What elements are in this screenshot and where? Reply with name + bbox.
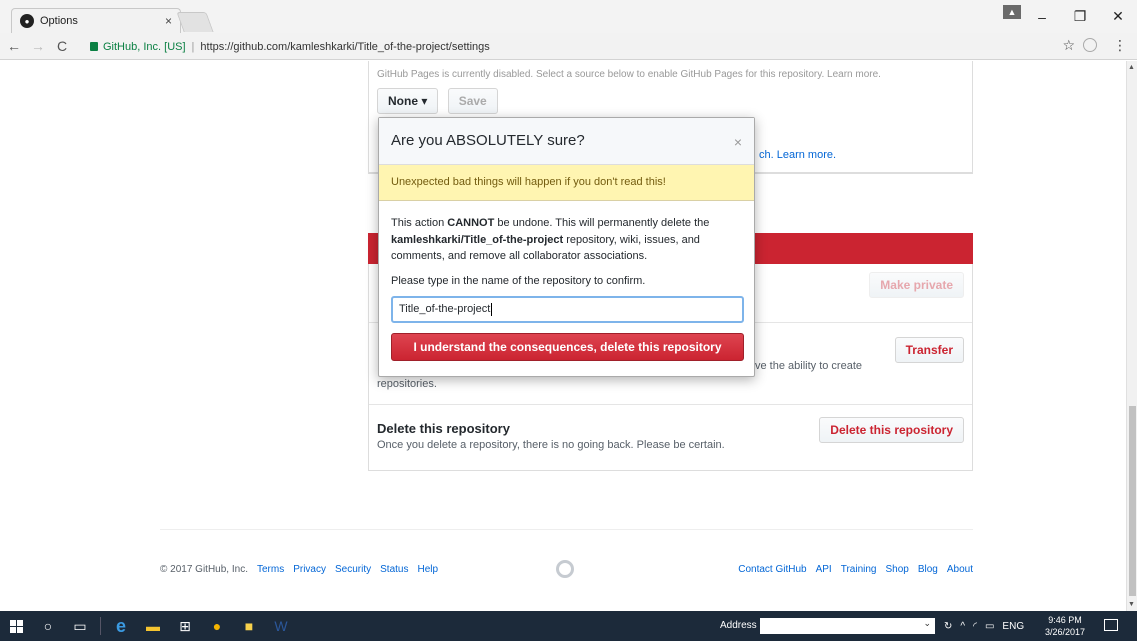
modal-header: Are you ABSOLUTELY sure? ×	[379, 118, 754, 165]
footer-link-about[interactable]: About	[947, 564, 973, 575]
word-icon[interactable]: W	[265, 611, 297, 641]
windows-taskbar: ○ ▭ e ▬ ⊞ ● ■ W Address ⌄ ↻ ^ ◜ ▭ ENG 9:…	[0, 611, 1137, 641]
tray-expand-icon[interactable]: ^	[960, 621, 965, 632]
delete-repository-button[interactable]: Delete this repository	[819, 417, 964, 443]
confirm-label: Please type in the name of the repositor…	[391, 274, 646, 287]
modal-warning: Unexpected bad things will happen if you…	[379, 165, 754, 201]
delete-description: Once you delete a repository, there is n…	[377, 439, 725, 451]
browser-tab[interactable]: ● Options ×	[11, 8, 181, 33]
cortana-icon[interactable]: ○	[32, 611, 64, 641]
task-view-icon[interactable]: ▭	[64, 611, 96, 641]
url-text: https://github.com/kamleshkarki/Title_of…	[200, 40, 490, 53]
sticky-notes-icon[interactable]: ■	[233, 611, 265, 641]
profile-icon[interactable]: ▲	[1003, 5, 1021, 19]
store-icon[interactable]: ⊞	[169, 611, 201, 641]
footer-link-privacy[interactable]: Privacy	[293, 564, 326, 575]
learn-more-link[interactable]: ch. Learn more.	[759, 149, 836, 161]
address-bar[interactable]: GitHub, Inc. [US] | https://github.com/k…	[90, 37, 1090, 56]
clock-time: 9:46 PM	[1048, 615, 1082, 625]
bookmark-star-icon[interactable]: ☆	[1062, 37, 1075, 54]
tab-title: Options	[40, 15, 78, 27]
clock-date: 3/26/2017	[1045, 627, 1086, 637]
extension-icon[interactable]	[1083, 38, 1097, 52]
address-toolbar-input[interactable]: ⌄	[760, 618, 935, 634]
battery-icon[interactable]: ▭	[985, 621, 994, 632]
footer-link-blog[interactable]: Blog	[918, 564, 938, 575]
modal-description: This action CANNOT be undone. This will …	[391, 215, 742, 265]
repository-name-input[interactable]: Title_of-the-project	[391, 296, 744, 323]
page-scrollbar[interactable]: ▲ ▼	[1126, 61, 1137, 611]
system-tray: ↻ ^ ◜ ▭ ENG	[940, 611, 1028, 641]
footer-link-security[interactable]: Security	[335, 564, 371, 575]
scroll-down-icon[interactable]: ▼	[1128, 601, 1135, 608]
transfer-description-tail: ve the ability to create	[755, 360, 863, 372]
github-favicon-icon: ●	[20, 14, 34, 28]
scroll-up-icon[interactable]: ▲	[1128, 64, 1135, 71]
minimize-icon[interactable]: –	[1023, 9, 1061, 25]
desc-part-2: be undone. This will permanently delete …	[494, 217, 710, 229]
footer-link-training[interactable]: Training	[841, 564, 877, 575]
save-button[interactable]: Save	[447, 88, 498, 114]
url-separator: |	[191, 40, 195, 53]
delete-title: Delete this repository	[377, 421, 510, 436]
text-caret	[491, 303, 493, 316]
action-center-icon[interactable]	[1104, 619, 1118, 631]
address-toolbar-label: Address	[720, 620, 757, 631]
input-value: Title_of-the-project	[399, 303, 491, 316]
browser-menu-icon[interactable]: ⋮	[1113, 37, 1127, 54]
delete-confirm-modal: Are you ABSOLUTELY sure? × Unexpected ba…	[378, 117, 755, 377]
tab-close-icon[interactable]: ×	[165, 14, 172, 28]
taskbar-clock[interactable]: 9:46 PM 3/26/2017	[1045, 614, 1085, 638]
reload-icon[interactable]: C	[52, 38, 72, 54]
window-controls: – ❐ ✕	[1023, 0, 1137, 33]
confirm-delete-button[interactable]: I understand the consequences, delete th…	[391, 333, 744, 361]
github-logo-icon[interactable]	[556, 560, 574, 578]
forward-icon[interactable]: →	[28, 38, 48, 54]
start-button[interactable]	[0, 611, 32, 641]
make-private-button[interactable]: Make private	[869, 272, 964, 298]
modal-body: This action CANNOT be undone. This will …	[379, 201, 754, 361]
transfer-description-wrap: repositories.	[377, 378, 437, 390]
close-window-icon[interactable]: ✕	[1099, 8, 1137, 25]
page-footer: © 2017 GitHub, Inc. Terms Privacy Securi…	[160, 529, 973, 578]
footer-link-status[interactable]: Status	[380, 564, 408, 575]
desc-repo-name: kamleshkarki/Title_of-the-project	[391, 233, 564, 246]
refresh-icon[interactable]: ↻	[944, 621, 952, 632]
page-viewport: GitHub Pages is currently disabled. Sele…	[0, 61, 1126, 611]
edge-icon[interactable]: e	[105, 611, 137, 641]
modal-close-icon[interactable]: ×	[734, 134, 742, 150]
transfer-button[interactable]: Transfer	[894, 337, 964, 363]
desc-part-1: This action	[391, 217, 448, 229]
browser-toolbar: ← → C GitHub, Inc. [US] | https://github…	[0, 33, 1137, 60]
taskbar-separator	[100, 617, 101, 635]
chrome-icon[interactable]: ●	[201, 611, 233, 641]
footer-right-links: Contact GitHub API Training Shop Blog Ab…	[729, 564, 973, 575]
source-dropdown[interactable]: None ▾	[377, 88, 439, 114]
maximize-icon[interactable]: ❐	[1061, 8, 1099, 25]
footer-link-terms[interactable]: Terms	[257, 564, 284, 575]
wifi-icon[interactable]: ◜	[973, 621, 977, 632]
footer-link-shop[interactable]: Shop	[885, 564, 908, 575]
footer-copyright: © 2017 GitHub, Inc.	[160, 564, 248, 575]
footer-link-api[interactable]: API	[816, 564, 832, 575]
windows-logo-icon	[9, 619, 23, 633]
footer-link-contact[interactable]: Contact GitHub	[738, 564, 806, 575]
file-explorer-icon[interactable]: ▬	[137, 611, 169, 641]
new-tab-button[interactable]	[176, 12, 214, 32]
delete-row: Delete this repository Once you delete a…	[369, 405, 972, 471]
modal-title: Are you ABSOLUTELY sure?	[391, 132, 585, 149]
browser-tabstrip: ● Options × ▲ – ❐ ✕	[0, 0, 1137, 33]
secure-label: GitHub, Inc. [US]	[103, 40, 186, 53]
language-indicator[interactable]: ENG	[1002, 621, 1024, 632]
footer-link-help[interactable]: Help	[417, 564, 438, 575]
back-icon[interactable]: ←	[4, 38, 24, 54]
pages-description: GitHub Pages is currently disabled. Sele…	[377, 69, 881, 80]
scroll-thumb[interactable]	[1129, 406, 1136, 596]
lock-icon	[90, 42, 98, 51]
desc-cannot: CANNOT	[447, 217, 495, 229]
